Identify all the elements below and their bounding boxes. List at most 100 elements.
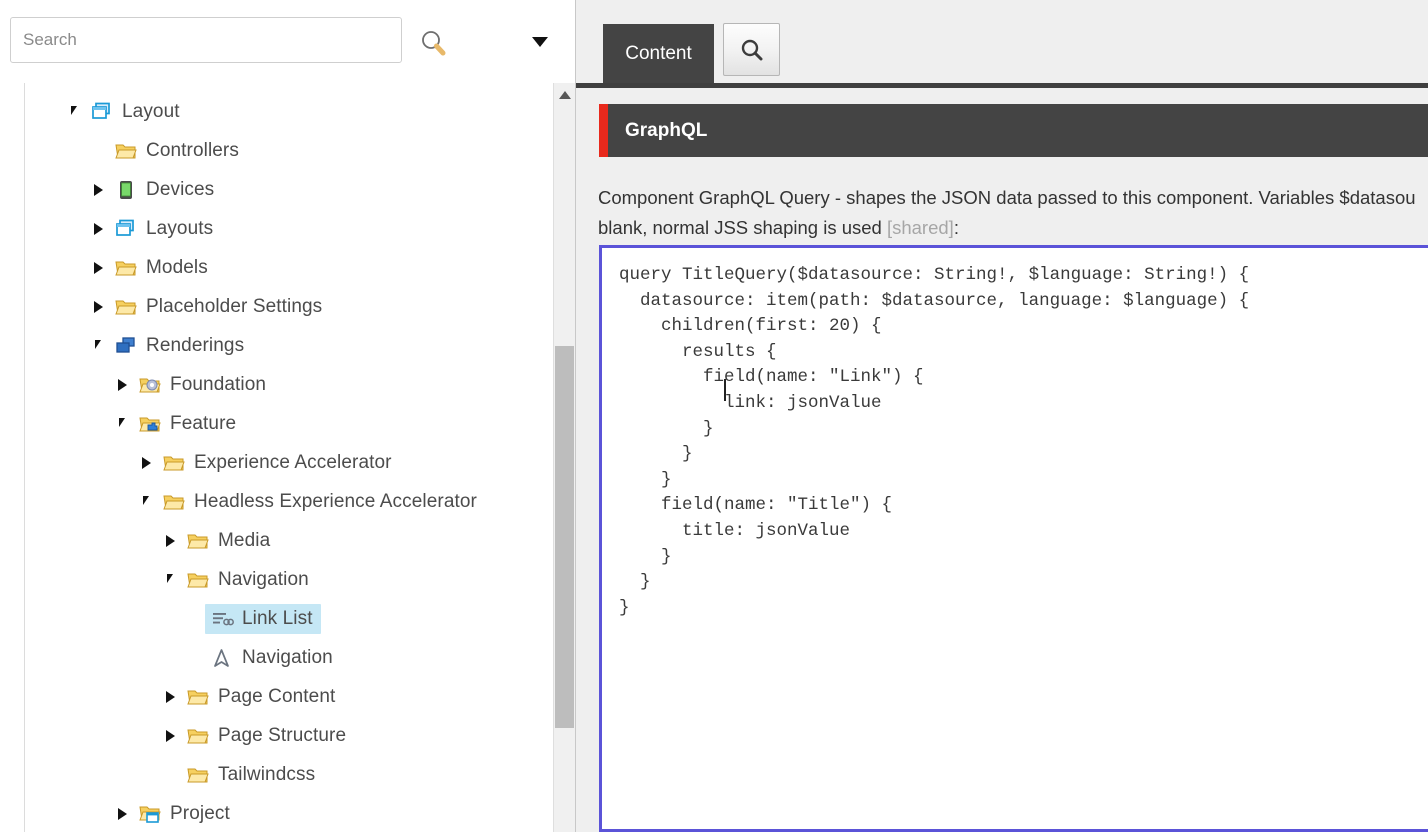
tree-item-layout[interactable]: Layout — [25, 92, 552, 131]
tree-item-label: Renderings — [146, 334, 245, 356]
tree-item-label: Layouts — [146, 217, 214, 239]
tree-item-content: Experience Accelerator — [157, 448, 400, 478]
tree-twisty-collapsed[interactable] — [159, 677, 181, 716]
folder-icon — [113, 256, 139, 280]
tree-item-experience-accelerator[interactable]: Experience Accelerator — [25, 443, 552, 482]
scroll-up-arrow-icon[interactable] — [554, 83, 575, 107]
search-input[interactable] — [10, 17, 402, 63]
tree-item-tailwindcss[interactable]: Tailwindcss — [25, 755, 552, 794]
tree-gutter — [0, 83, 25, 832]
tree-twisty-expanded[interactable] — [135, 482, 157, 521]
tree-item-content: Feature — [133, 409, 244, 439]
tree-item-label: Navigation — [242, 646, 333, 668]
tree-item-content: Layouts — [109, 214, 221, 244]
tree-twisty-placeholder — [183, 599, 205, 638]
tree-twisty-collapsed[interactable] — [87, 287, 109, 326]
link-list-icon — [209, 607, 235, 631]
tree-item-controllers[interactable]: Controllers — [25, 131, 552, 170]
content-tree-panel: Layout Controllers Devices Layouts Models Pla… — [0, 0, 575, 832]
tree-item-navigation[interactable]: Navigation — [25, 638, 552, 677]
tree-item-navigation[interactable]: Navigation — [25, 560, 552, 599]
navigation-a-icon — [209, 646, 235, 670]
tree-item-label: Navigation — [218, 568, 309, 590]
folder-puzzle-icon — [137, 412, 163, 436]
tree-item-content: Tailwindcss — [181, 760, 323, 790]
tree-item-content: Media — [181, 526, 278, 556]
tree-twisty-expanded[interactable] — [63, 92, 85, 131]
tree-item-label: Headless Experience Accelerator — [194, 490, 477, 512]
tree-item-label: Link List — [242, 607, 313, 629]
scrollbar-thumb[interactable] — [555, 346, 574, 728]
tree-item-devices[interactable]: Devices — [25, 170, 552, 209]
tree-twisty-collapsed[interactable] — [159, 716, 181, 755]
tree-item-headless-experience-accelerator[interactable]: Headless Experience Accelerator — [25, 482, 552, 521]
folder-icon — [113, 295, 139, 319]
graphql-query-editor[interactable]: query TitleQuery($datasource: String!, $… — [599, 245, 1428, 832]
folder-icon — [185, 724, 211, 748]
tree-item-renderings[interactable]: Renderings — [25, 326, 552, 365]
tree-item-label: Models — [146, 256, 208, 278]
tree-container: Layout Controllers Devices Layouts Models Pla… — [0, 83, 575, 832]
tree-item-feature[interactable]: Feature — [25, 404, 552, 443]
tree-item-project[interactable]: Project — [25, 794, 552, 832]
tree-item-layouts[interactable]: Layouts — [25, 209, 552, 248]
tree-scroll-area[interactable]: Layout Controllers Devices Layouts Models Pla… — [25, 83, 552, 832]
tree-item-content: Foundation — [133, 370, 274, 400]
tree-item-content: Devices — [109, 175, 222, 205]
tree-item-foundation[interactable]: Foundation — [25, 365, 552, 404]
tab-search-button[interactable] — [723, 23, 780, 76]
tree-item-link-list[interactable]: Link List — [25, 599, 552, 638]
tree-twisty-collapsed[interactable] — [135, 443, 157, 482]
field-description-line2-before: blank, normal JSS shaping is used — [598, 217, 887, 238]
tree-item-label: Experience Accelerator — [194, 451, 392, 473]
field-description-line1: Component GraphQL Query - shapes the JSO… — [598, 187, 1416, 208]
tree-item-placeholder-settings[interactable]: Placeholder Settings — [25, 287, 552, 326]
content-tree: Layout Controllers Devices Layouts Models Pla… — [25, 92, 552, 832]
search-icon[interactable] — [418, 28, 450, 58]
tree-item-label: Devices — [146, 178, 215, 200]
tree-item-label: Feature — [170, 412, 237, 434]
tree-twisty-expanded[interactable] — [87, 326, 109, 365]
tree-item-media[interactable]: Media — [25, 521, 552, 560]
tree-item-label: Foundation — [170, 373, 267, 395]
folder-window-icon — [137, 802, 163, 826]
tree-item-page-content[interactable]: Page Content — [25, 677, 552, 716]
tree-item-label: Project — [170, 802, 230, 824]
tree-twisty-expanded[interactable] — [111, 404, 133, 443]
field-editor-panel: Content GraphQL Component GraphQL Query … — [576, 0, 1428, 832]
tree-twisty-collapsed[interactable] — [111, 365, 133, 404]
tree-twisty-collapsed[interactable] — [87, 170, 109, 209]
tree-twisty-collapsed[interactable] — [111, 794, 133, 832]
tree-twisty-placeholder — [159, 755, 181, 794]
tree-twisty-expanded[interactable] — [159, 560, 181, 599]
tree-twisty-collapsed[interactable] — [87, 248, 109, 287]
layout-stack-icon — [89, 100, 115, 124]
tree-item-models[interactable]: Models — [25, 248, 552, 287]
field-description: Component GraphQL Query - shapes the JSO… — [598, 183, 1428, 243]
tree-item-content: Headless Experience Accelerator — [157, 487, 485, 517]
tree-twisty-placeholder — [183, 638, 205, 677]
tree-twisty-collapsed[interactable] — [87, 209, 109, 248]
graphql-query-text[interactable]: query TitleQuery($datasource: String!, $… — [602, 248, 1428, 621]
tree-item-content: Navigation — [205, 643, 341, 673]
shared-badge: [shared] — [886, 217, 954, 238]
chevron-down-icon[interactable] — [526, 30, 554, 52]
tree-item-label: Placeholder Settings — [146, 295, 323, 317]
renderings-icon — [113, 334, 139, 358]
tree-item-label: Media — [218, 529, 271, 551]
tree-item-content: Placeholder Settings — [109, 292, 330, 322]
folder-icon — [185, 763, 211, 787]
tree-item-label: Tailwindcss — [218, 763, 316, 785]
tree-twisty-collapsed[interactable] — [159, 521, 181, 560]
section-title: GraphQL — [625, 119, 708, 141]
folder-icon — [185, 529, 211, 553]
folder-icon — [113, 139, 139, 163]
search-bar — [0, 0, 575, 84]
tree-item-content: Navigation — [181, 565, 317, 595]
tree-scrollbar[interactable] — [553, 83, 575, 832]
tree-item-content: Layout — [85, 97, 188, 127]
tree-item-page-structure[interactable]: Page Structure — [25, 716, 552, 755]
tree-item-content: Project — [133, 799, 238, 829]
tab-content[interactable]: Content — [603, 24, 714, 83]
tree-item-content: Page Structure — [181, 721, 354, 751]
